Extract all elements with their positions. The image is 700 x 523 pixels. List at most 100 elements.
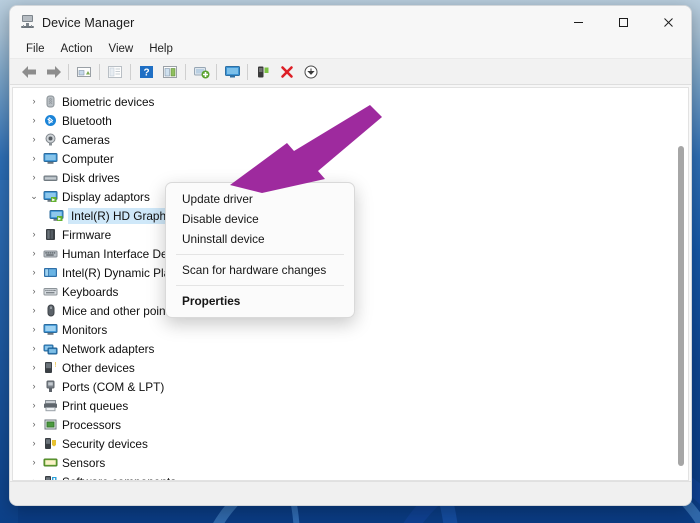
tree-item-label: Keyboards bbox=[62, 284, 119, 299]
tree-item[interactable]: › Software components bbox=[13, 472, 688, 481]
tree-item[interactable]: ›! Other devices bbox=[13, 358, 688, 377]
other-devices-icon: ! bbox=[41, 361, 59, 374]
chevron-right-icon[interactable]: › bbox=[27, 325, 41, 334]
chevron-right-icon[interactable]: › bbox=[27, 154, 41, 163]
tree-item[interactable]: › Biometric devices bbox=[13, 92, 688, 111]
tree-item[interactable]: › Network adapters bbox=[13, 339, 688, 358]
chevron-right-icon[interactable]: › bbox=[27, 97, 41, 106]
display-adapter-icon bbox=[41, 190, 59, 203]
chevron-right-icon[interactable]: › bbox=[27, 230, 41, 239]
tree-item[interactable]: › Bluetooth bbox=[13, 111, 688, 130]
chevron-right-icon[interactable]: › bbox=[27, 439, 41, 448]
chevron-right-icon[interactable]: › bbox=[27, 173, 41, 182]
chevron-right-icon[interactable]: › bbox=[27, 249, 41, 258]
show-hide-console-tree-button[interactable] bbox=[103, 61, 127, 83]
sensor-icon bbox=[41, 456, 59, 469]
install-legacy-hardware-button[interactable] bbox=[299, 61, 323, 83]
window-title: Device Manager bbox=[42, 15, 135, 30]
chevron-right-icon[interactable]: › bbox=[27, 458, 41, 467]
printer-icon bbox=[43, 400, 57, 412]
tree-item[interactable]: › Sensors bbox=[13, 453, 688, 472]
tree-item-label: Software components bbox=[62, 475, 176, 481]
chevron-right-icon[interactable]: › bbox=[27, 116, 41, 125]
context-menu-item-update-driver[interactable]: Update driver bbox=[166, 189, 354, 209]
maximize-button[interactable] bbox=[601, 6, 646, 39]
help-button[interactable]: ? bbox=[134, 61, 158, 83]
firmware-icon bbox=[41, 228, 59, 241]
title-bar-left: Device Manager bbox=[10, 15, 134, 30]
window-controls bbox=[556, 6, 691, 39]
security-device-icon bbox=[44, 438, 56, 449]
context-menu-item-disable-device[interactable]: Disable device bbox=[166, 209, 354, 229]
tree-item-label: Cameras bbox=[62, 132, 110, 147]
tree-item[interactable]: › Print queues bbox=[13, 396, 688, 415]
tree-item-label: Sensors bbox=[62, 455, 106, 470]
tree-item-label: Ports (COM & LPT) bbox=[62, 379, 165, 394]
toolbar: ? bbox=[10, 59, 691, 85]
up-one-level-button[interactable] bbox=[72, 61, 96, 83]
chevron-right-icon[interactable]: › bbox=[27, 363, 41, 372]
tree-item[interactable]: › Processors bbox=[13, 415, 688, 434]
keyboard-icon bbox=[43, 288, 57, 296]
context-menu-item-scan-for-hardware-changes[interactable]: Scan for hardware changes bbox=[166, 260, 354, 280]
back-arrow-icon bbox=[21, 65, 36, 78]
enable-device-button[interactable] bbox=[251, 61, 275, 83]
tree-item[interactable]: › Monitors bbox=[13, 320, 688, 339]
network-adapter-icon bbox=[43, 344, 57, 355]
processor-icon bbox=[41, 418, 59, 431]
tree-item[interactable]: › Computer bbox=[13, 149, 688, 168]
properties-button[interactable] bbox=[158, 61, 182, 83]
software-component-icon bbox=[44, 476, 56, 480]
tree-item-label: Monitors bbox=[62, 322, 108, 337]
context-menu-separator bbox=[176, 254, 344, 255]
firmware-icon bbox=[45, 229, 55, 240]
back-button[interactable] bbox=[17, 61, 41, 83]
tree-item-label: Bluetooth bbox=[62, 113, 112, 128]
bluetooth-icon bbox=[41, 114, 59, 127]
title-bar: Device Manager bbox=[10, 6, 691, 39]
chevron-down-icon[interactable]: ⌄ bbox=[27, 192, 41, 201]
tree-scrollbar[interactable] bbox=[675, 89, 687, 479]
forward-button[interactable] bbox=[41, 61, 65, 83]
red-x-icon bbox=[281, 65, 293, 78]
tree-item[interactable]: › Cameras bbox=[13, 130, 688, 149]
minimize-button[interactable] bbox=[556, 6, 601, 39]
tree-scrollbar-thumb[interactable] bbox=[678, 146, 684, 466]
chevron-right-icon[interactable]: › bbox=[27, 477, 41, 481]
tree-item-label: Display adaptors bbox=[62, 189, 150, 204]
tree-item[interactable]: › Security devices bbox=[13, 434, 688, 453]
tree-item-label: Firmware bbox=[62, 227, 112, 242]
uninstall-device-button[interactable] bbox=[275, 61, 299, 83]
chevron-right-icon[interactable]: › bbox=[27, 420, 41, 429]
enable-device-icon bbox=[258, 66, 269, 77]
monitor-icon bbox=[41, 323, 59, 336]
close-button[interactable] bbox=[646, 6, 691, 39]
chevron-right-icon[interactable]: › bbox=[27, 382, 41, 391]
tree-item-label: Network adapters bbox=[62, 341, 155, 356]
context-menu-separator bbox=[176, 285, 344, 286]
chevron-right-icon[interactable]: › bbox=[27, 135, 41, 144]
tree-item-label: Processors bbox=[62, 417, 122, 432]
context-menu-item-properties[interactable]: Properties bbox=[166, 291, 354, 311]
mouse-icon bbox=[41, 304, 59, 317]
scan-hardware-changes-button[interactable] bbox=[189, 61, 213, 83]
tree-item[interactable]: › Ports (COM & LPT) bbox=[13, 377, 688, 396]
chevron-right-icon[interactable]: › bbox=[27, 401, 41, 410]
chevron-right-icon[interactable]: › bbox=[27, 287, 41, 296]
menu-file[interactable]: File bbox=[18, 42, 53, 56]
menu-help[interactable]: Help bbox=[141, 42, 181, 56]
hid-icon bbox=[43, 250, 57, 258]
menu-view[interactable]: View bbox=[101, 42, 142, 56]
context-menu-item-uninstall-device[interactable]: Uninstall device bbox=[166, 229, 354, 249]
keyboard-icon bbox=[41, 285, 59, 298]
menu-action[interactable]: Action bbox=[53, 42, 101, 56]
update-driver-button[interactable] bbox=[220, 61, 244, 83]
chevron-right-icon[interactable]: › bbox=[27, 268, 41, 277]
intel-dptf-icon bbox=[41, 266, 59, 279]
properties-window-icon bbox=[163, 65, 177, 78]
display-adapter-icon bbox=[49, 210, 63, 221]
forward-arrow-icon bbox=[46, 65, 61, 78]
camera-icon bbox=[45, 133, 55, 146]
chevron-right-icon[interactable]: › bbox=[27, 306, 41, 315]
chevron-right-icon[interactable]: › bbox=[27, 344, 41, 353]
